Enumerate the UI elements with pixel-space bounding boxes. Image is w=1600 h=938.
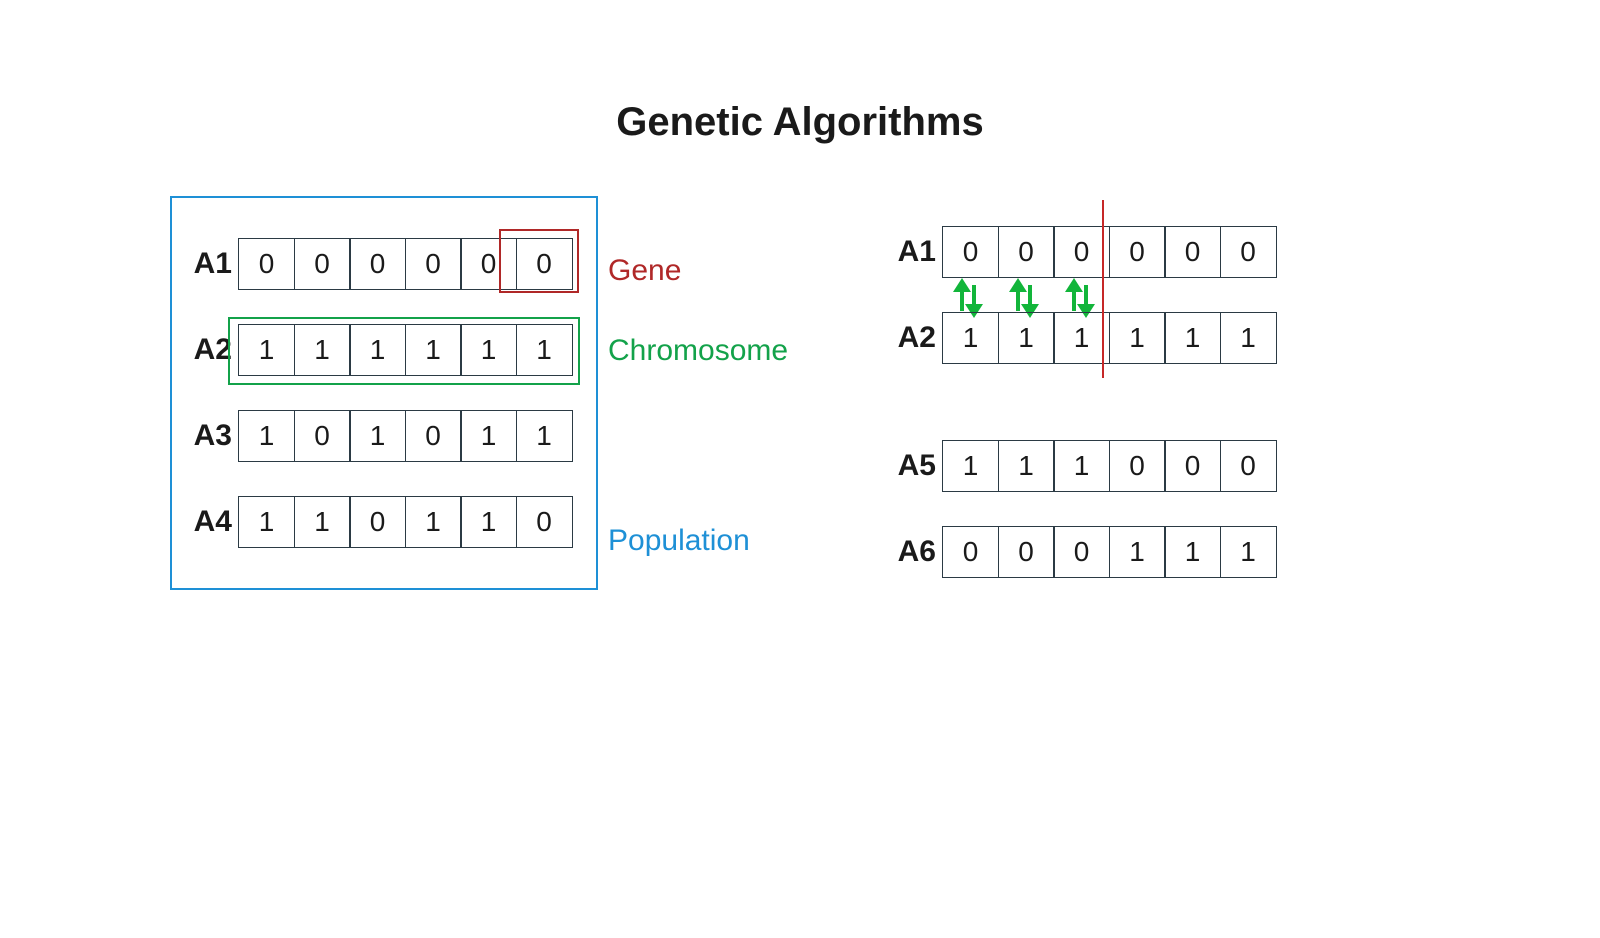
arrow-up-icon [953, 278, 971, 292]
gene-cell: 1 [1109, 526, 1166, 578]
gene-cell: 1 [1109, 312, 1166, 364]
crossover-line [1102, 200, 1104, 378]
row-label: A5 [886, 449, 942, 483]
gene-cell: 1 [516, 410, 573, 462]
gene-cell: 1 [998, 312, 1055, 364]
gene-cell: 0 [516, 496, 573, 548]
gene-cell: 0 [1164, 440, 1221, 492]
gene-label: Gene [608, 254, 681, 288]
gene-cell: 0 [1220, 226, 1277, 278]
chromosome-cells: 0 0 0 1 1 1 [942, 526, 1277, 578]
gene-cell: 0 [405, 410, 462, 462]
gene-cell: 1 [460, 410, 517, 462]
gene-cell: 1 [998, 440, 1055, 492]
gene-cell: 0 [942, 526, 999, 578]
gene-cell: 1 [942, 440, 999, 492]
gene-cell: 0 [998, 226, 1055, 278]
chromosome-cells: 1 1 0 1 1 0 [238, 496, 573, 548]
gene-cell: 0 [294, 410, 351, 462]
row-a1-right: A1 0 0 0 0 0 0 [886, 226, 1277, 278]
gene-cell: 0 [238, 238, 295, 290]
gene-cell: 1 [405, 496, 462, 548]
gene-cell: 0 [1164, 226, 1221, 278]
gene-cell: 0 [942, 226, 999, 278]
gene-cell: 0 [405, 238, 462, 290]
row-label: A1 [886, 235, 942, 269]
gene-cell: 0 [1220, 440, 1277, 492]
chromosome-label: Chromosome [608, 334, 788, 368]
gene-cell: 1 [238, 496, 295, 548]
gene-cell: 1 [1053, 440, 1110, 492]
row-a6: A6 0 0 0 1 1 1 [886, 526, 1277, 578]
gene-cell: 1 [1220, 526, 1277, 578]
row-label: A2 [886, 321, 942, 355]
gene-cell: 0 [294, 238, 351, 290]
gene-cell: 1 [1164, 526, 1221, 578]
chromosome-highlight [228, 317, 580, 385]
arrow-up-icon [1009, 278, 1027, 292]
gene-cell: 0 [1109, 226, 1166, 278]
row-label: A4 [182, 505, 238, 539]
arrow-up-icon [1065, 278, 1083, 292]
population-label: Population [608, 524, 750, 558]
gene-cell: 0 [1053, 526, 1110, 578]
chromosome-cells: 1 1 1 1 1 1 [942, 312, 1277, 364]
chromosome-cells: 1 1 1 0 0 0 [942, 440, 1277, 492]
row-a4: A4 1 1 0 1 1 0 [182, 496, 573, 548]
gene-cell: 0 [349, 496, 406, 548]
gene-cell: 1 [460, 496, 517, 548]
row-a5: A5 1 1 1 0 0 0 [886, 440, 1277, 492]
row-label: A1 [182, 247, 238, 281]
gene-cell: 0 [349, 238, 406, 290]
row-a2-right: A2 1 1 1 1 1 1 [886, 312, 1277, 364]
row-label: A6 [886, 535, 942, 569]
gene-cell: 0 [1109, 440, 1166, 492]
page-title: Genetic Algorithms [0, 100, 1600, 145]
gene-cell: 0 [998, 526, 1055, 578]
row-label: A3 [182, 419, 238, 453]
row-a3: A3 1 0 1 0 1 1 [182, 410, 573, 462]
gene-cell: 1 [1164, 312, 1221, 364]
chromosome-cells: 1 0 1 0 1 1 [238, 410, 573, 462]
gene-cell: 1 [294, 496, 351, 548]
slide: Genetic Algorithms A1 0 0 0 0 0 0 A2 1 1… [0, 0, 1600, 938]
chromosome-cells: 0 0 0 0 0 0 [942, 226, 1277, 278]
gene-cell: 1 [942, 312, 999, 364]
gene-cell: 1 [349, 410, 406, 462]
gene-highlight [499, 229, 579, 293]
gene-cell: 1 [238, 410, 295, 462]
gene-cell: 1 [1220, 312, 1277, 364]
